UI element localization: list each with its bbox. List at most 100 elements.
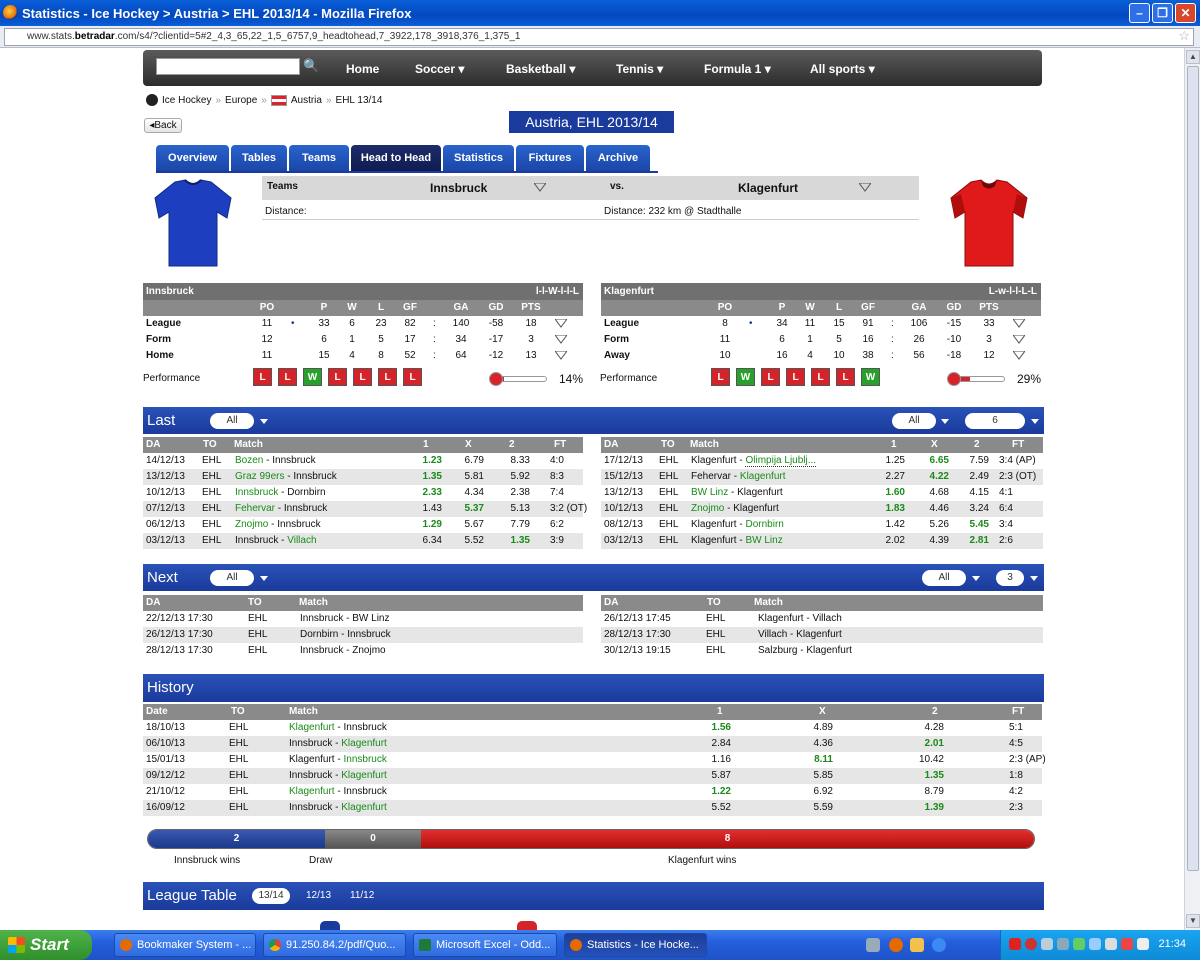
match-cell[interactable]: Klagenfurt - Innsbruck bbox=[289, 754, 387, 765]
match-cell[interactable]: Innsbruck - BW Linz bbox=[300, 613, 389, 624]
match-cell[interactable]: Klagenfurt - BW Linz bbox=[691, 535, 783, 546]
firefox-icon[interactable] bbox=[889, 938, 903, 952]
chevron-down-icon[interactable] bbox=[1030, 576, 1038, 581]
nav-tennis[interactable]: Tennis ▾ bbox=[616, 62, 663, 76]
match-cell[interactable]: Innsbruck - Villach bbox=[235, 535, 317, 546]
match-cell[interactable]: Klagenfurt - Innsbruck bbox=[289, 786, 387, 797]
match-cell[interactable]: Villach - Klagenfurt bbox=[758, 629, 842, 640]
match-cell[interactable]: Innsbruck - Klagenfurt bbox=[289, 770, 387, 781]
table-row[interactable]: 13/12/13 EHL BW Linz - Klagenfurt 1.60 4.68 4… bbox=[601, 485, 1043, 501]
breadcrumb-country[interactable]: Austria bbox=[291, 95, 322, 106]
match-team-b[interactable]: Innsbruck bbox=[293, 471, 336, 482]
chevron-down-icon[interactable] bbox=[972, 576, 980, 581]
chevron-down-icon[interactable] bbox=[260, 419, 268, 424]
match-team-a[interactable]: Innsbruck bbox=[289, 770, 332, 781]
scroll-down-icon[interactable]: ▼ bbox=[1186, 914, 1200, 928]
table-row[interactable]: 03/12/13 EHL Klagenfurt - BW Linz 2.02 4.39 2… bbox=[601, 533, 1043, 549]
match-team-a[interactable]: Klagenfurt bbox=[289, 786, 335, 797]
match-cell[interactable]: Innsbruck - Klagenfurt bbox=[289, 802, 387, 813]
table-row[interactable]: 03/12/13 EHL Innsbruck - Villach 6.34 5.52 1.… bbox=[143, 533, 583, 549]
expand-row-icon[interactable] bbox=[554, 334, 568, 347]
tray-icon[interactable] bbox=[1025, 938, 1037, 950]
match-team-b[interactable]: Dornbirn bbox=[287, 487, 325, 498]
match-team-a[interactable]: Klagenfurt bbox=[691, 535, 737, 546]
match-team-b[interactable]: Klagenfurt bbox=[733, 503, 779, 514]
match-team-b[interactable]: BW Linz bbox=[745, 535, 782, 546]
expand-row-icon[interactable] bbox=[1012, 334, 1026, 347]
match-cell[interactable]: Klagenfurt - Olimpija Ljublj... bbox=[691, 455, 817, 467]
match-cell[interactable]: Znojmo - Klagenfurt bbox=[691, 503, 779, 514]
back-button[interactable]: ◂Back bbox=[144, 118, 182, 133]
expand-row-icon[interactable] bbox=[554, 318, 568, 331]
match-cell[interactable]: Klagenfurt - Villach bbox=[758, 613, 842, 624]
match-cell[interactable]: Klagenfurt - Dornbirn bbox=[691, 519, 784, 530]
tray-icon[interactable] bbox=[1009, 938, 1021, 950]
scroll-up-icon[interactable]: ▲ bbox=[1186, 50, 1200, 64]
match-team-a[interactable]: Graz 99ers bbox=[235, 471, 284, 482]
season-tab-1112[interactable]: 11/12 bbox=[350, 882, 374, 909]
match-cell[interactable]: Salzburg - Klagenfurt bbox=[758, 645, 852, 656]
match-team-b[interactable]: Klagenfurt bbox=[740, 471, 786, 482]
match-team-a[interactable]: Klagenfurt bbox=[289, 754, 335, 765]
table-row[interactable]: 28/12/13 17:30 EHL Villach - Klagenfurt bbox=[601, 627, 1043, 643]
last-filter-right[interactable]: All bbox=[892, 413, 936, 429]
match-team-a[interactable]: Klagenfurt bbox=[691, 455, 737, 466]
match-team-a[interactable]: Fehervar bbox=[235, 503, 275, 514]
bookmark-star-icon[interactable]: ☆ bbox=[1178, 28, 1190, 44]
table-row[interactable]: 10/12/13 EHL Znojmo - Klagenfurt 1.83 4.46 3.… bbox=[601, 501, 1043, 517]
tab-head-to-head[interactable]: Head to Head bbox=[351, 145, 441, 171]
last-count-select[interactable]: 6 bbox=[965, 413, 1025, 429]
match-team-a[interactable]: Bozen bbox=[235, 455, 263, 466]
match-team-a[interactable]: Klagenfurt bbox=[691, 519, 737, 530]
search-icon[interactable]: 🔍 bbox=[303, 58, 319, 74]
match-team-a[interactable]: Klagenfurt bbox=[289, 722, 335, 733]
home-team-select[interactable]: Innsbruck bbox=[430, 181, 487, 195]
table-row[interactable]: 26/12/13 17:30 EHL Dornbirn - Innsbruck bbox=[143, 627, 583, 643]
match-team-a[interactable]: Znojmo bbox=[235, 519, 268, 530]
match-team-a[interactable]: Innsbruck bbox=[289, 738, 332, 749]
match-team-b[interactable]: Olimpija Ljublj... bbox=[745, 455, 817, 467]
nav-home[interactable]: Home bbox=[346, 62, 379, 76]
away-team-dropdown-icon[interactable] bbox=[857, 182, 872, 192]
match-team-b[interactable]: Innsbruck bbox=[343, 722, 386, 733]
breadcrumb-sport[interactable]: Ice Hockey bbox=[162, 95, 211, 106]
match-cell[interactable]: Innsbruck - Klagenfurt bbox=[289, 738, 387, 749]
start-button[interactable]: Start bbox=[0, 930, 92, 960]
scroll-thumb[interactable] bbox=[1187, 66, 1199, 871]
match-team-b[interactable]: Innsbruck bbox=[343, 786, 386, 797]
table-row[interactable]: 22/12/13 17:30 EHL Innsbruck - BW Linz bbox=[143, 611, 583, 627]
tray-icon[interactable] bbox=[1041, 938, 1053, 950]
next-count-select[interactable]: 3 bbox=[996, 570, 1024, 586]
volume-icon[interactable] bbox=[1137, 938, 1149, 950]
nav-soccer[interactable]: Soccer ▾ bbox=[415, 62, 464, 76]
tab-tables[interactable]: Tables bbox=[231, 145, 287, 171]
chevron-down-icon[interactable] bbox=[260, 576, 268, 581]
task-bookmaker[interactable]: Bookmaker System - ... bbox=[114, 933, 256, 957]
away-team-select[interactable]: Klagenfurt bbox=[738, 181, 798, 195]
home-team-dropdown-icon[interactable] bbox=[533, 182, 547, 192]
match-cell[interactable]: Innsbruck - Dornbirn bbox=[235, 487, 326, 498]
search-input[interactable] bbox=[156, 58, 300, 75]
match-team-b[interactable]: Villach bbox=[287, 535, 316, 546]
nav-formula1[interactable]: Formula 1 ▾ bbox=[704, 62, 771, 76]
match-team-b[interactable]: Innsbruck bbox=[343, 754, 386, 765]
table-row[interactable]: 06/12/13 EHL Znojmo - Innsbruck 1.29 5.67 7.7… bbox=[143, 517, 583, 533]
table-row[interactable]: 08/12/13 EHL Klagenfurt - Dornbirn 1.42 5.26… bbox=[601, 517, 1043, 533]
ie-icon[interactable] bbox=[932, 938, 946, 952]
table-row[interactable]: 18/10/13 EHL Klagenfurt - Innsbruck 1.56 4.8… bbox=[143, 720, 1042, 736]
table-row[interactable]: 15/01/13 EHL Klagenfurt - Innsbruck 1.16 8.1… bbox=[143, 752, 1046, 768]
tab-overview[interactable]: Overview bbox=[156, 145, 229, 171]
table-row[interactable]: 14/12/13 EHL Bozen - Innsbruck 1.23 6.79 8.33… bbox=[143, 453, 583, 469]
breadcrumb-region[interactable]: Europe bbox=[225, 95, 257, 106]
table-row[interactable]: 16/09/12 EHL Innsbruck - Klagenfurt 5.52 5.5… bbox=[143, 800, 1042, 816]
tab-fixtures[interactable]: Fixtures bbox=[516, 145, 584, 171]
expand-row-icon[interactable] bbox=[1012, 318, 1026, 331]
table-row[interactable]: 07/12/13 EHL Fehervar - Innsbruck 1.43 5.37 5… bbox=[143, 501, 587, 517]
match-team-b[interactable]: Klagenfurt bbox=[341, 802, 387, 813]
expand-row-icon[interactable] bbox=[554, 350, 568, 363]
match-cell[interactable]: Graz 99ers - Innsbruck bbox=[235, 471, 337, 482]
breadcrumb-league[interactable]: EHL 13/14 bbox=[336, 95, 383, 106]
match-cell[interactable]: Klagenfurt - Innsbruck bbox=[289, 722, 387, 733]
match-team-b[interactable]: Innsbruck bbox=[284, 503, 327, 514]
task-statistics[interactable]: Statistics - Ice Hocke... bbox=[564, 933, 707, 957]
